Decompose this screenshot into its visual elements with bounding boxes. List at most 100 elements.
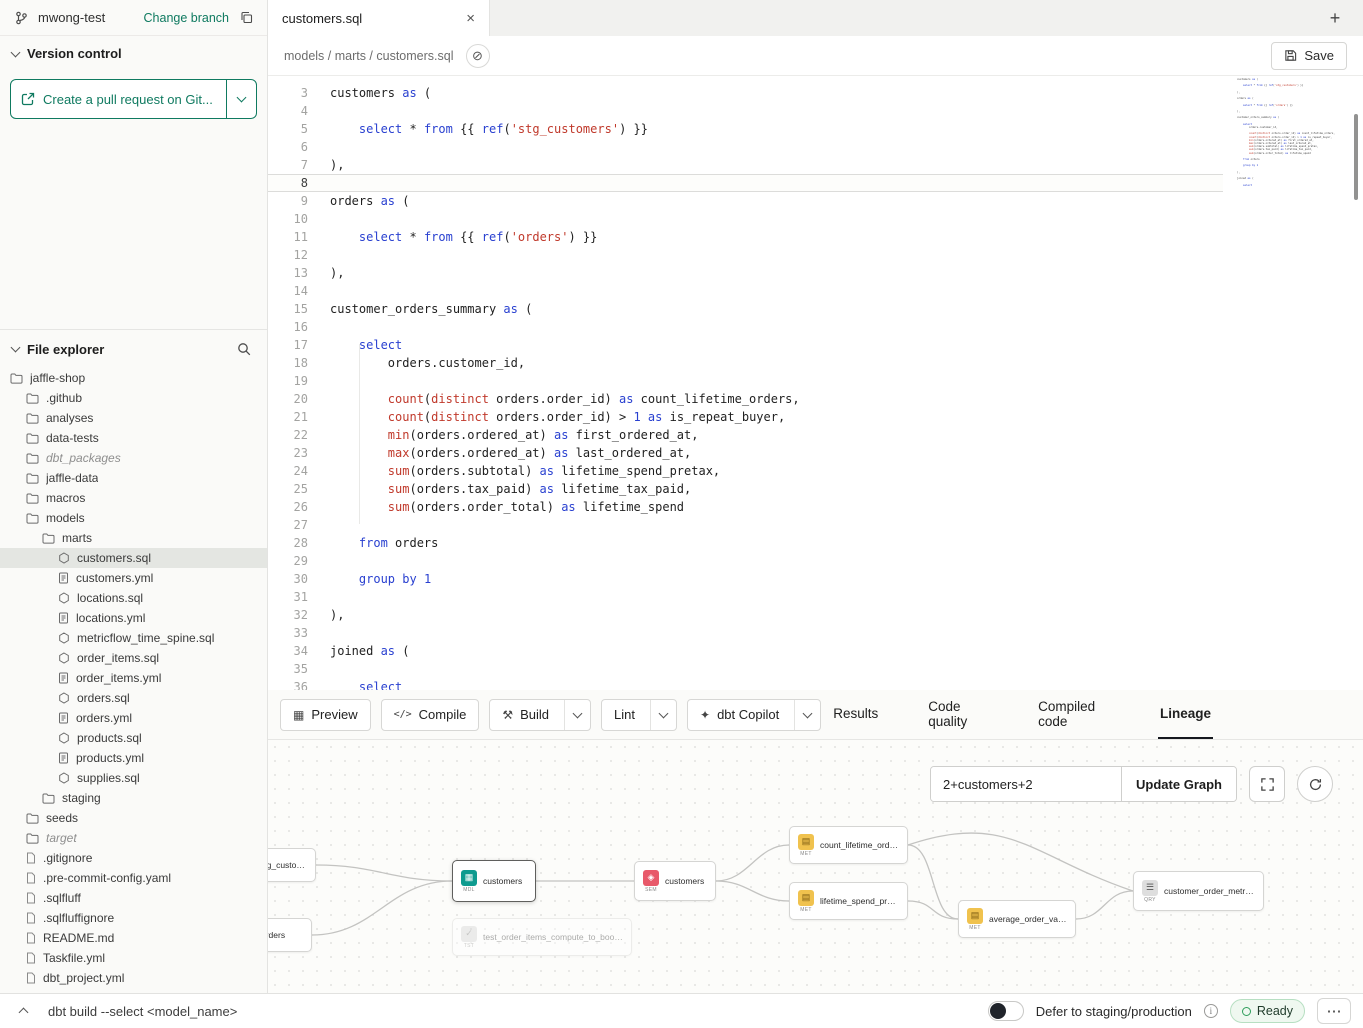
code-line-11[interactable]: 11 select * from {{ ref('orders') }} [268,228,1223,246]
minimap[interactable]: customers as ( select * from {{ ref('stg… [1237,78,1315,187]
code-line-14[interactable]: 14 [268,282,1223,300]
copilot-dropdown[interactable] [794,700,820,730]
result-tab-compiled-code[interactable]: Compiled code [1036,690,1112,739]
tree-item-.sqlfluffignore[interactable]: .sqlfluffignore [0,908,267,928]
collapse-chevron-icon[interactable] [12,1000,34,1022]
tree-item-marts[interactable]: marts [0,528,267,548]
tree-item-data-tests[interactable]: data-tests [0,428,267,448]
copilot-button[interactable]: ✦ dbt Copilot [687,699,821,731]
lineage-node-customers_model[interactable]: ▦MDLcustomers [452,860,536,902]
code-line-35[interactable]: 35 [268,660,1223,678]
code-line-12[interactable]: 12 [268,246,1223,264]
tree-item-orders.sql[interactable]: orders.sql [0,688,267,708]
tree-item-products.yml[interactable]: products.yml [0,748,267,768]
code-line-13[interactable]: 13), [268,264,1223,282]
tree-item-.gitignore[interactable]: .gitignore [0,848,267,868]
code-line-28[interactable]: 28 from orders [268,534,1223,552]
tree-item-Taskfile.yml[interactable]: Taskfile.yml [0,948,267,968]
code-line-15[interactable]: 15customer_orders_summary as ( [268,300,1223,318]
tree-item-.sqlfluff[interactable]: .sqlfluff [0,888,267,908]
info-icon[interactable]: i [1204,1004,1218,1018]
lineage-node-test_node[interactable]: ✓TSTtest_order_items_compute_to_bools... [452,918,632,956]
version-control-header[interactable]: Version control [0,36,267,67]
lineage-node-stg_customers[interactable]: ▦MDLstg_customers [268,848,316,882]
lineage-node-lifetime_spend_pretax[interactable]: ▤METlifetime_spend_pretax [789,882,908,920]
code-line-21[interactable]: 21 count(distinct orders.order_id) > 1 a… [268,408,1223,426]
code-line-20[interactable]: 20 count(distinct orders.order_id) as co… [268,390,1223,408]
tree-item-dbt_project.yml[interactable]: dbt_project.yml [0,968,267,988]
tree-item-staging[interactable]: staging [0,788,267,808]
fullscreen-button[interactable] [1249,766,1285,802]
create-pr-dropdown[interactable] [226,80,256,118]
tree-item-target[interactable]: target [0,828,267,848]
code-line-24[interactable]: 24 sum(orders.subtotal) as lifetime_spen… [268,462,1223,480]
tree-item-jaffle-shop[interactable]: jaffle-shop [0,368,267,388]
code-line-10[interactable]: 10 [268,210,1223,228]
code-line-32[interactable]: 32), [268,606,1223,624]
code-line-3[interactable]: 3customers as ( [268,84,1223,102]
lint-button[interactable]: Lint [601,699,677,731]
file-explorer-header[interactable]: File explorer [0,330,267,366]
code-line-30[interactable]: 30 group by 1 [268,570,1223,588]
code-line-7[interactable]: 7), [268,156,1223,174]
code-editor[interactable]: 3customers as (4 5 select * from {{ ref(… [268,76,1363,690]
lineage-filter-input[interactable] [931,767,1121,801]
code-line-33[interactable]: 33 [268,624,1223,642]
tree-item-supplies.sql[interactable]: supplies.sql [0,768,267,788]
code-line-25[interactable]: 25 sum(orders.tax_paid) as lifetime_tax_… [268,480,1223,498]
create-pr-button[interactable]: Create a pull request on Git... [10,79,257,119]
tree-item-.github[interactable]: .github [0,388,267,408]
code-line-27[interactable]: 27 [268,516,1223,534]
tree-item-macros[interactable]: macros [0,488,267,508]
code-line-16[interactable]: 16 [268,318,1223,336]
code-line-26[interactable]: 26 sum(orders.order_total) as lifetime_s… [268,498,1223,516]
code-line-9[interactable]: 9orders as ( [268,192,1223,210]
defer-toggle[interactable] [988,1001,1024,1021]
lineage-node-count_lifetime_orders[interactable]: ▤METcount_lifetime_orders [789,826,908,864]
tree-item-products.sql[interactable]: products.sql [0,728,267,748]
tree-item-seeds[interactable]: seeds [0,808,267,828]
tree-item-.pre-commit-config.yaml[interactable]: .pre-commit-config.yaml [0,868,267,888]
code-line-4[interactable]: 4 [268,102,1223,120]
code-line-17[interactable]: 17 select [268,336,1223,354]
result-tab-code-quality[interactable]: Code quality [926,690,990,739]
tree-item-locations.sql[interactable]: locations.sql [0,588,267,608]
build-button[interactable]: ⚒ Build [489,699,591,731]
tree-item-locations.yml[interactable]: locations.yml [0,608,267,628]
code-line-8[interactable]: 8 [268,174,1223,192]
tree-item-dbt_packages[interactable]: dbt_packages [0,448,267,468]
tree-item-models[interactable]: models [0,508,267,528]
lineage-node-customer_order_metrics[interactable]: ☰QRYcustomer_order_metrics [1133,871,1264,911]
tree-item-analyses[interactable]: analyses [0,408,267,428]
code-line-18[interactable]: 18 orders.customer_id, [268,354,1223,372]
code-line-23[interactable]: 23 max(orders.ordered_at) as last_ordere… [268,444,1223,462]
result-tab-results[interactable]: Results [831,690,880,739]
tree-item-order_items.yml[interactable]: order_items.yml [0,668,267,688]
result-tab-lineage[interactable]: Lineage [1158,690,1213,739]
code-line-6[interactable]: 6 [268,138,1223,156]
search-icon[interactable] [233,338,255,360]
lineage-node-customers_sem[interactable]: ◈SEMcustomers [634,861,716,901]
tree-item-customers.yml[interactable]: customers.yml [0,568,267,588]
overflow-menu-button[interactable]: ⋯ [1317,998,1351,1024]
tree-item-jaffle-data[interactable]: jaffle-data [0,468,267,488]
tree-item-README.md[interactable]: README.md [0,928,267,948]
compile-button[interactable]: </> Compile [381,699,480,731]
tree-item-orders.yml[interactable]: orders.yml [0,708,267,728]
new-tab-button[interactable]: + [1321,4,1349,32]
update-graph-button[interactable]: Update Graph [1121,767,1236,801]
lineage-panel[interactable]: ▦MDLstg_customers ▦MDLorders ▦MDLcustomers… [268,740,1363,993]
code-line-36[interactable]: 36 select [268,678,1223,690]
tree-item-order_items.sql[interactable]: order_items.sql [0,648,267,668]
code-line-22[interactable]: 22 min(orders.ordered_at) as first_order… [268,426,1223,444]
copy-icon[interactable] [235,7,257,29]
editor-scrollbar[interactable] [1349,76,1361,690]
lineage-node-orders_src[interactable]: ▦MDLorders [268,918,312,952]
change-branch-link[interactable]: Change branch [144,11,229,25]
lint-dropdown[interactable] [650,700,676,730]
tree-item-customers.sql[interactable]: customers.sql [0,548,267,568]
save-button[interactable]: Save [1271,42,1347,70]
scrollbar-thumb[interactable] [1354,114,1358,200]
code-line-29[interactable]: 29 [268,552,1223,570]
tree-item-metricflow_time_spine.sql[interactable]: metricflow_time_spine.sql [0,628,267,648]
